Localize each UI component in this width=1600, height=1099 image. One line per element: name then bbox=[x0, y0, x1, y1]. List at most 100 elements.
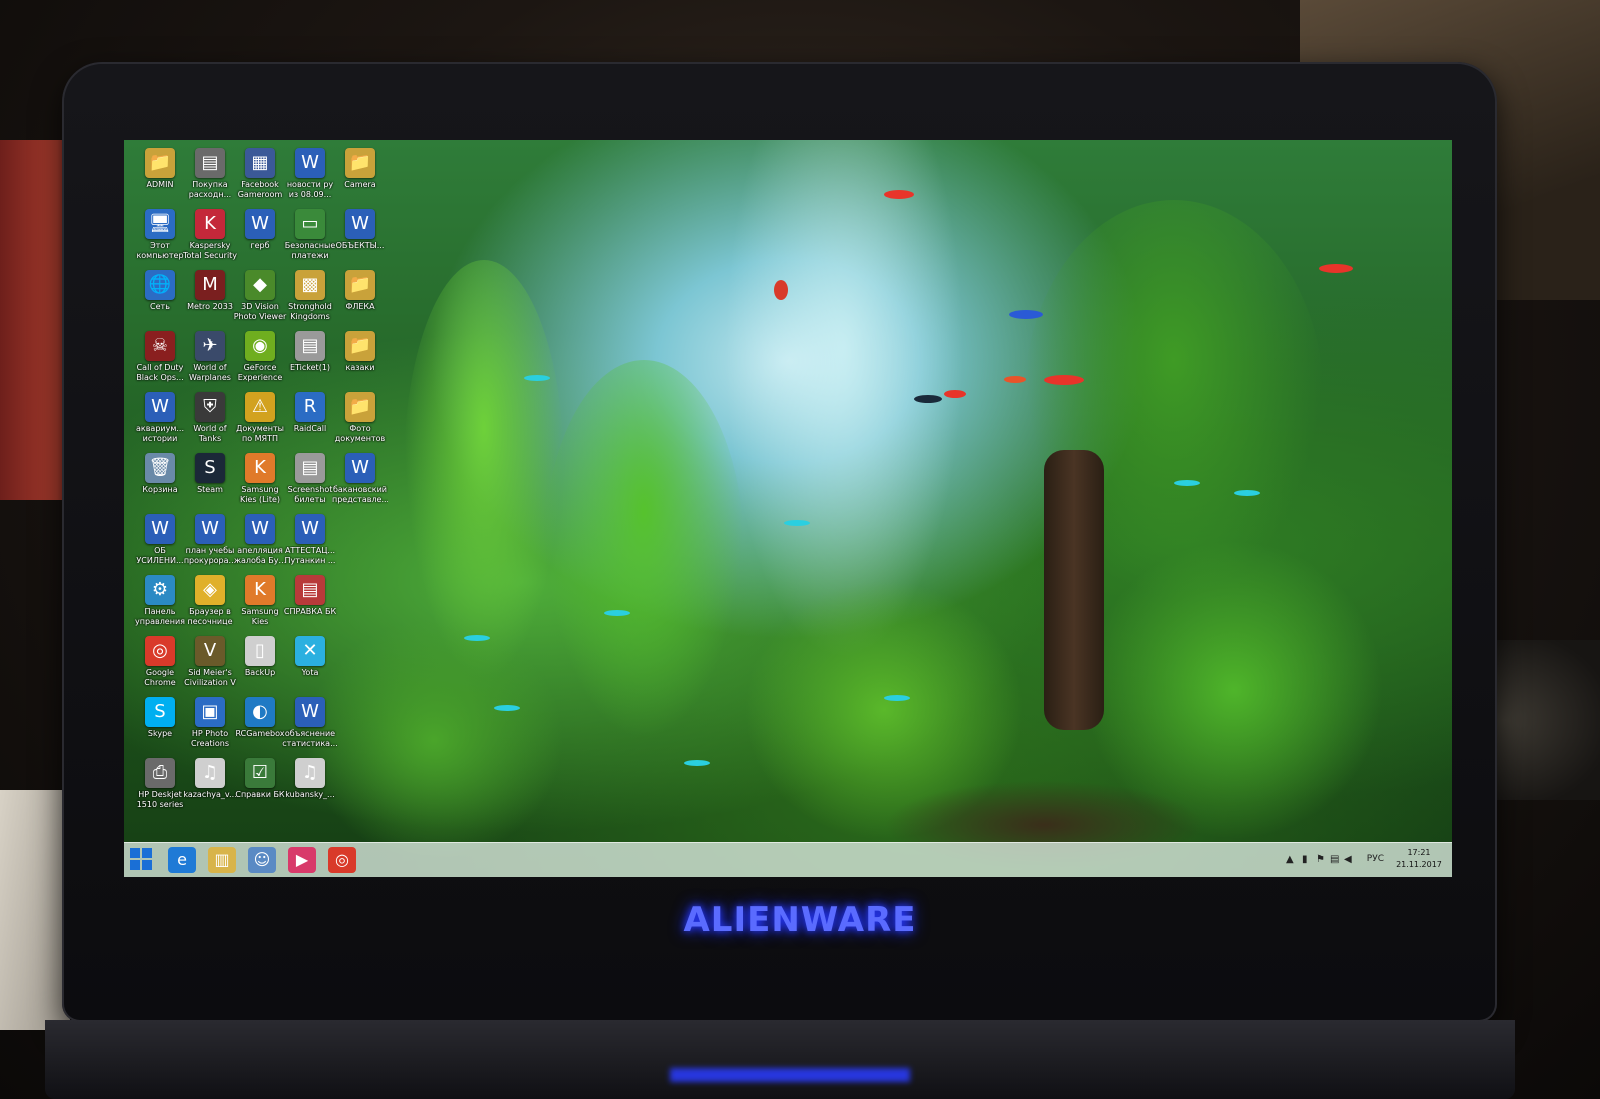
desktop-app-icon: W bbox=[145, 514, 175, 544]
desktop-icon-label: Screenshot билеты bbox=[287, 485, 333, 504]
desktop-icon[interactable]: ♫ kazachya_v... bbox=[182, 758, 238, 800]
desktop-icon[interactable]: S Skype bbox=[132, 697, 188, 739]
desktop-icon[interactable]: Wбакановский представле... bbox=[332, 453, 388, 505]
desktop-icon-label: HP Photo Creations bbox=[190, 729, 229, 748]
desktop-icon[interactable]: ⚠ Документы по МЯТП bbox=[232, 392, 288, 444]
desktop-icon-label: Покупка расходн... bbox=[188, 180, 232, 199]
desktop-icon[interactable]: ☑ Справки БК bbox=[232, 758, 288, 800]
ie-icon[interactable]: e bbox=[168, 847, 196, 873]
desktop-icon[interactable]: ▤ СПРАВКА БК bbox=[282, 575, 338, 617]
desktop-icon[interactable]: Wгерб bbox=[232, 209, 288, 251]
desktop-app-icon: K bbox=[195, 209, 225, 239]
desktop-icon-label: World of Tanks bbox=[193, 424, 227, 443]
desktop-app-icon: K bbox=[245, 575, 275, 605]
desktop-app-icon: W bbox=[245, 209, 275, 239]
desktop-icon-label: Steam bbox=[197, 485, 223, 494]
desktop-icon[interactable]: Wобъяснение статистика... bbox=[282, 697, 338, 749]
desktop-icon-label: объяснение статистика... bbox=[282, 729, 338, 748]
desktop-icon[interactable]: ◈ Браузер в песочнице bbox=[182, 575, 238, 627]
desktop-icon[interactable]: ♫ kubansky_... bbox=[282, 758, 338, 800]
desktop-icon[interactable]: V Sid Meier's Civilization V bbox=[182, 636, 238, 688]
desktop-icon[interactable]: R RaidCall bbox=[282, 392, 338, 434]
desktop-icon-label: ETicket(1) bbox=[289, 363, 331, 372]
start-button[interactable] bbox=[130, 848, 154, 872]
desktop-icon[interactable]: W ОБ УСИЛЕНИ... bbox=[132, 514, 188, 566]
tray-overflow-icon[interactable]: ▲ bbox=[1286, 854, 1294, 865]
desktop-icon[interactable]: 📁 Camera bbox=[332, 148, 388, 190]
desktop-icon[interactable]: ✕ Yota bbox=[282, 636, 338, 678]
desktop-icon[interactable]: ⛨ World of Tanks bbox=[182, 392, 238, 444]
keyboard-glow bbox=[670, 1068, 910, 1082]
desktop-app-icon: ⎙ bbox=[145, 758, 175, 788]
desktop-icon[interactable]: 🌐 Сеть bbox=[132, 270, 188, 312]
tray-flag-icon[interactable]: ⚑ bbox=[1316, 854, 1325, 865]
desktop-app-icon: 🌐 bbox=[145, 270, 175, 300]
chrome-icon[interactable]: ◎ bbox=[328, 847, 356, 873]
desktop-icon-label: Camera bbox=[344, 180, 376, 189]
desktop-icon[interactable]: ▤ Screenshot билеты bbox=[282, 453, 338, 505]
desktop-app-icon: V bbox=[195, 636, 225, 666]
desktop-icon[interactable]: 📁 ADMIN bbox=[132, 148, 188, 190]
desktop-icon[interactable]: 📁 Фото документов bbox=[332, 392, 388, 444]
tray-battery-icon[interactable]: ▮ bbox=[1302, 854, 1308, 865]
desktop-app-icon: ⚠ bbox=[245, 392, 275, 422]
desktop-app-icon: ▯ bbox=[245, 636, 275, 666]
tray-clock[interactable]: 17:21 21.11.2017 bbox=[1394, 847, 1444, 871]
desktop-app-icon: 📁 bbox=[345, 331, 375, 361]
desktop-icon-label: Kaspersky Total Security bbox=[182, 241, 238, 260]
tray-network-icon[interactable]: ▤ bbox=[1330, 854, 1339, 865]
desktop-icon[interactable]: 🖥 Этот компьютер bbox=[132, 209, 188, 261]
system-tray: ▲ ▮ ⚑ ▤ ◀ РУС 17:21 21.11.2017 bbox=[1286, 843, 1446, 877]
tray-language-indicator[interactable]: РУС bbox=[1367, 854, 1384, 864]
desktop-app-icon: ▤ bbox=[295, 453, 325, 483]
desktop-icon[interactable]: ▤ Покупка расходн... bbox=[182, 148, 238, 200]
desktop-icon[interactable]: ☠ Call of Duty Black Ops... bbox=[132, 331, 188, 383]
desktop-icon[interactable]: Wновости ру из 08.09... bbox=[282, 148, 338, 200]
desktop-app-icon: ☑ bbox=[245, 758, 275, 788]
desktop-icon[interactable]: ▦ Facebook Gameroom bbox=[232, 148, 288, 200]
desktop-icon-label: Справки БК bbox=[235, 790, 285, 799]
tray-volume-icon[interactable]: ◀ bbox=[1344, 854, 1352, 865]
desktop-icon[interactable]: S Steam bbox=[182, 453, 238, 495]
desktop-icon-label: казаки bbox=[345, 363, 375, 372]
file-explorer-icon[interactable]: ▥ bbox=[208, 847, 236, 873]
desktop-icon[interactable]: ▩ Stronghold Kingdoms bbox=[282, 270, 338, 322]
desktop-icon[interactable]: K Kaspersky Total Security bbox=[182, 209, 238, 261]
desktop-icon-label: ОБ УСИЛЕНИ... bbox=[136, 546, 184, 565]
desktop-icon-label: World of Warplanes bbox=[189, 363, 231, 382]
desktop-icon[interactable]: K Samsung Kies bbox=[232, 575, 288, 627]
desktop-icon-label: Stronghold Kingdoms bbox=[288, 302, 332, 321]
desktop-icon[interactable]: K Samsung Kies (Lite) bbox=[232, 453, 288, 505]
desktop-icon[interactable]: M Metro 2033 bbox=[182, 270, 238, 312]
desktop-icon-label: Сеть bbox=[150, 302, 170, 311]
desktop-app-icon: K bbox=[245, 453, 275, 483]
desktop-icon[interactable]: ◆ 3D Vision Photo Viewer bbox=[232, 270, 288, 322]
desktop-icon[interactable]: ⎙ HP Deskjet 1510 series bbox=[132, 758, 188, 810]
desktop-icon-label: Браузер в песочнице bbox=[187, 607, 233, 626]
desktop-icon[interactable]: ✈ World of Warplanes bbox=[182, 331, 238, 383]
people-icon[interactable]: ☺ bbox=[248, 847, 276, 873]
desktop-app-icon: W bbox=[295, 514, 325, 544]
desktop-icon[interactable]: ◐ RCGamebox bbox=[232, 697, 288, 739]
desktop-icon[interactable]: ▯ BackUp bbox=[232, 636, 288, 678]
desktop-app-icon: 📁 bbox=[345, 392, 375, 422]
desktop-app-icon: W bbox=[295, 148, 325, 178]
desktop-icon[interactable]: 🗑 Корзина bbox=[132, 453, 188, 495]
desktop-icon[interactable]: Wаквариум... истории bbox=[132, 392, 188, 444]
desktop-icon[interactable]: Wплан учебы прокурора... bbox=[182, 514, 238, 566]
desktop-icon[interactable]: 📁 казаки bbox=[332, 331, 388, 373]
desktop-icon[interactable]: ◉ GeForce Experience bbox=[232, 331, 288, 383]
desktop-icon[interactable]: ▭ Безопасные платежи bbox=[282, 209, 338, 261]
media-player-icon[interactable]: ▶ bbox=[288, 847, 316, 873]
desktop-icon[interactable]: ▤ ETicket(1) bbox=[282, 331, 338, 373]
desktop-icon[interactable]: ⚙ Панель управления bbox=[132, 575, 188, 627]
desktop-app-icon: ⛨ bbox=[195, 392, 225, 422]
desktop-icon[interactable]: W ОБЪЕКТЫ... bbox=[332, 209, 388, 251]
desktop-icon[interactable]: ◎ Google Chrome bbox=[132, 636, 188, 688]
desktop-icon[interactable]: ▣ HP Photo Creations bbox=[182, 697, 238, 749]
desktop-icon[interactable]: W АТТЕСТАЦ... Путанкин ... bbox=[282, 514, 338, 566]
desktop-icon[interactable]: 📁 ФЛЕКА bbox=[332, 270, 388, 312]
desktop-app-icon: ♫ bbox=[195, 758, 225, 788]
desktop-app-icon: ◆ bbox=[245, 270, 275, 300]
desktop-icon[interactable]: Wапелляция жалоба Бу... bbox=[232, 514, 288, 566]
